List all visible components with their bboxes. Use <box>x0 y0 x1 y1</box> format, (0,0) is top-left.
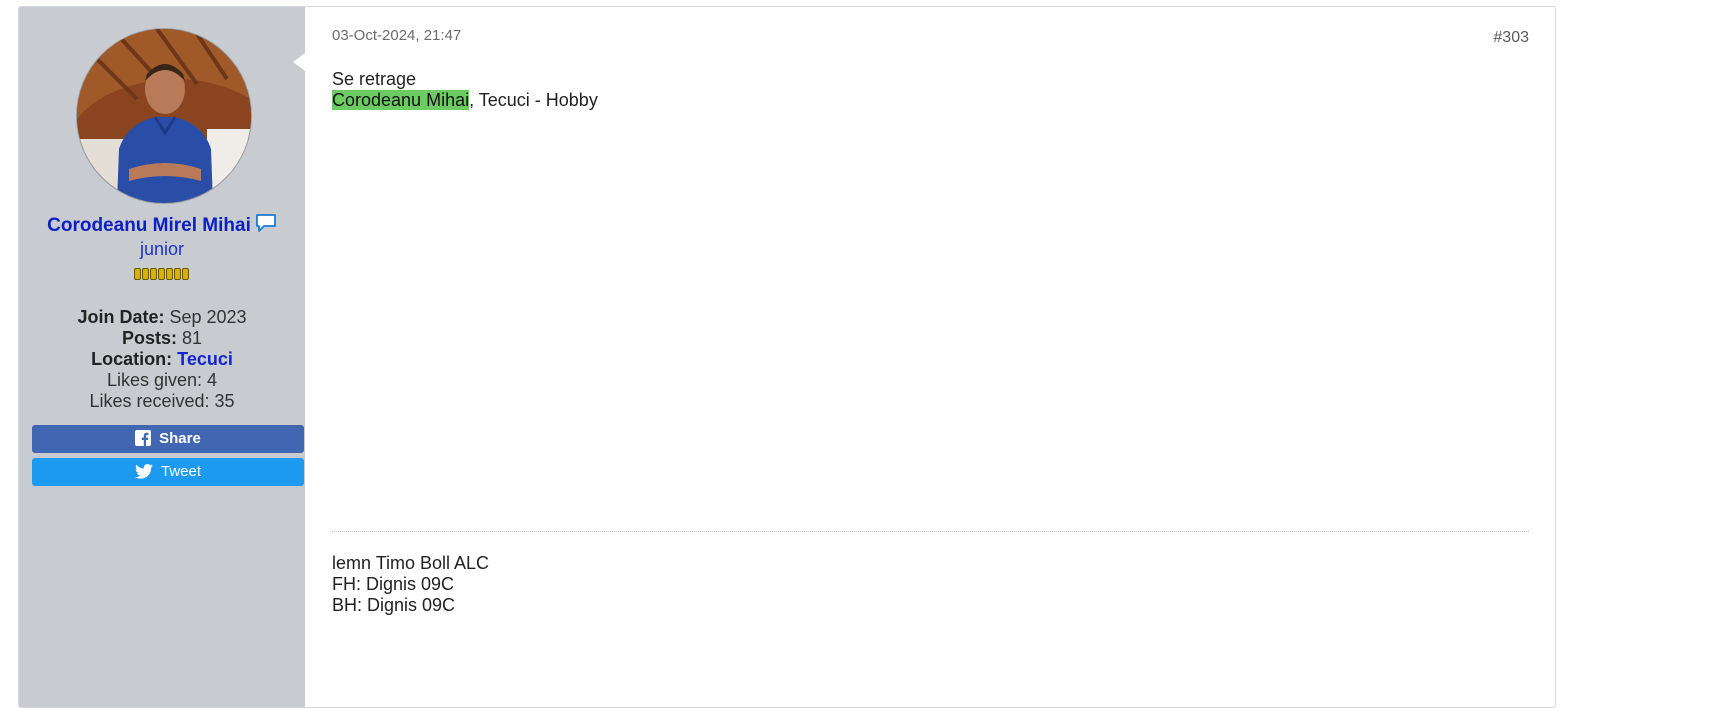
reputation-pip <box>182 268 189 280</box>
reputation-pip <box>134 268 141 280</box>
post-date: 03-Oct-2024, 21:47 <box>332 27 462 44</box>
tweet-button[interactable]: Tweet <box>32 458 304 486</box>
likes-received: Likes received: 35 <box>89 391 235 411</box>
tweet-label: Tweet <box>160 463 202 480</box>
location: Location: Tecuci <box>19 349 305 370</box>
signature-line: FH: Dignis 09C <box>332 574 455 594</box>
speech-bubble-icon[interactable] <box>255 213 277 239</box>
user-sidebar: Corodeanu Mirel Mihai junior Join Date: … <box>19 7 305 707</box>
user-stats: Join Date: Sep 2023 Posts: 81 Location: … <box>19 307 305 412</box>
reputation-pip <box>158 268 165 280</box>
reputation-bar <box>19 268 305 280</box>
post-count-value: 81 <box>182 328 203 348</box>
post-count: Posts: 81 <box>19 328 305 349</box>
sidebar-pointer <box>293 53 305 71</box>
post-count-label: Posts: <box>121 328 177 348</box>
username-text[interactable]: Corodeanu Mirel Mihai <box>47 215 251 236</box>
facebook-icon <box>135 430 152 446</box>
avatar[interactable] <box>76 28 252 204</box>
message-line: Se retrage <box>332 69 417 89</box>
post-number-link[interactable]: #303 <box>1493 29 1529 47</box>
share-label: Share <box>159 430 201 447</box>
location-link[interactable]: Tecuci <box>177 349 233 369</box>
twitter-icon <box>134 464 153 479</box>
reputation-pip <box>166 268 173 280</box>
join-date: Join Date: Sep 2023 <box>19 307 305 328</box>
share-button[interactable]: Share <box>32 425 304 453</box>
forum-post: Corodeanu Mirel Mihai junior Join Date: … <box>18 6 1556 708</box>
user-title: junior <box>139 239 185 259</box>
reputation-pip <box>142 268 149 280</box>
likes-given: Likes given: 4 <box>106 370 218 390</box>
join-date-value: Sep 2023 <box>169 307 247 327</box>
signature-divider <box>332 531 1529 532</box>
location-label: Location: <box>91 349 173 369</box>
highlighted-name: Corodeanu Mihai <box>332 90 470 110</box>
message-line: Corodeanu Mihai, Tecuci - Hobby <box>332 90 598 111</box>
reputation-pip <box>150 268 157 280</box>
message-line-rest: , Tecuci - Hobby <box>469 90 598 110</box>
reputation-pip <box>174 268 181 280</box>
join-date-label: Join Date: <box>77 307 165 327</box>
signature-line: BH: Dignis 09C <box>332 595 456 615</box>
username[interactable]: Corodeanu Mirel Mihai <box>19 213 305 239</box>
post-content: 03-Oct-2024, 21:47 #303 Se retrage Corod… <box>332 7 1555 707</box>
post-message: Se retrage Corodeanu Mihai, Tecuci - Hob… <box>332 69 598 111</box>
signature-line: lemn Timo Boll ALC <box>332 553 490 573</box>
signature: lemn Timo Boll ALC FH: Dignis 09C BH: Di… <box>332 553 489 616</box>
